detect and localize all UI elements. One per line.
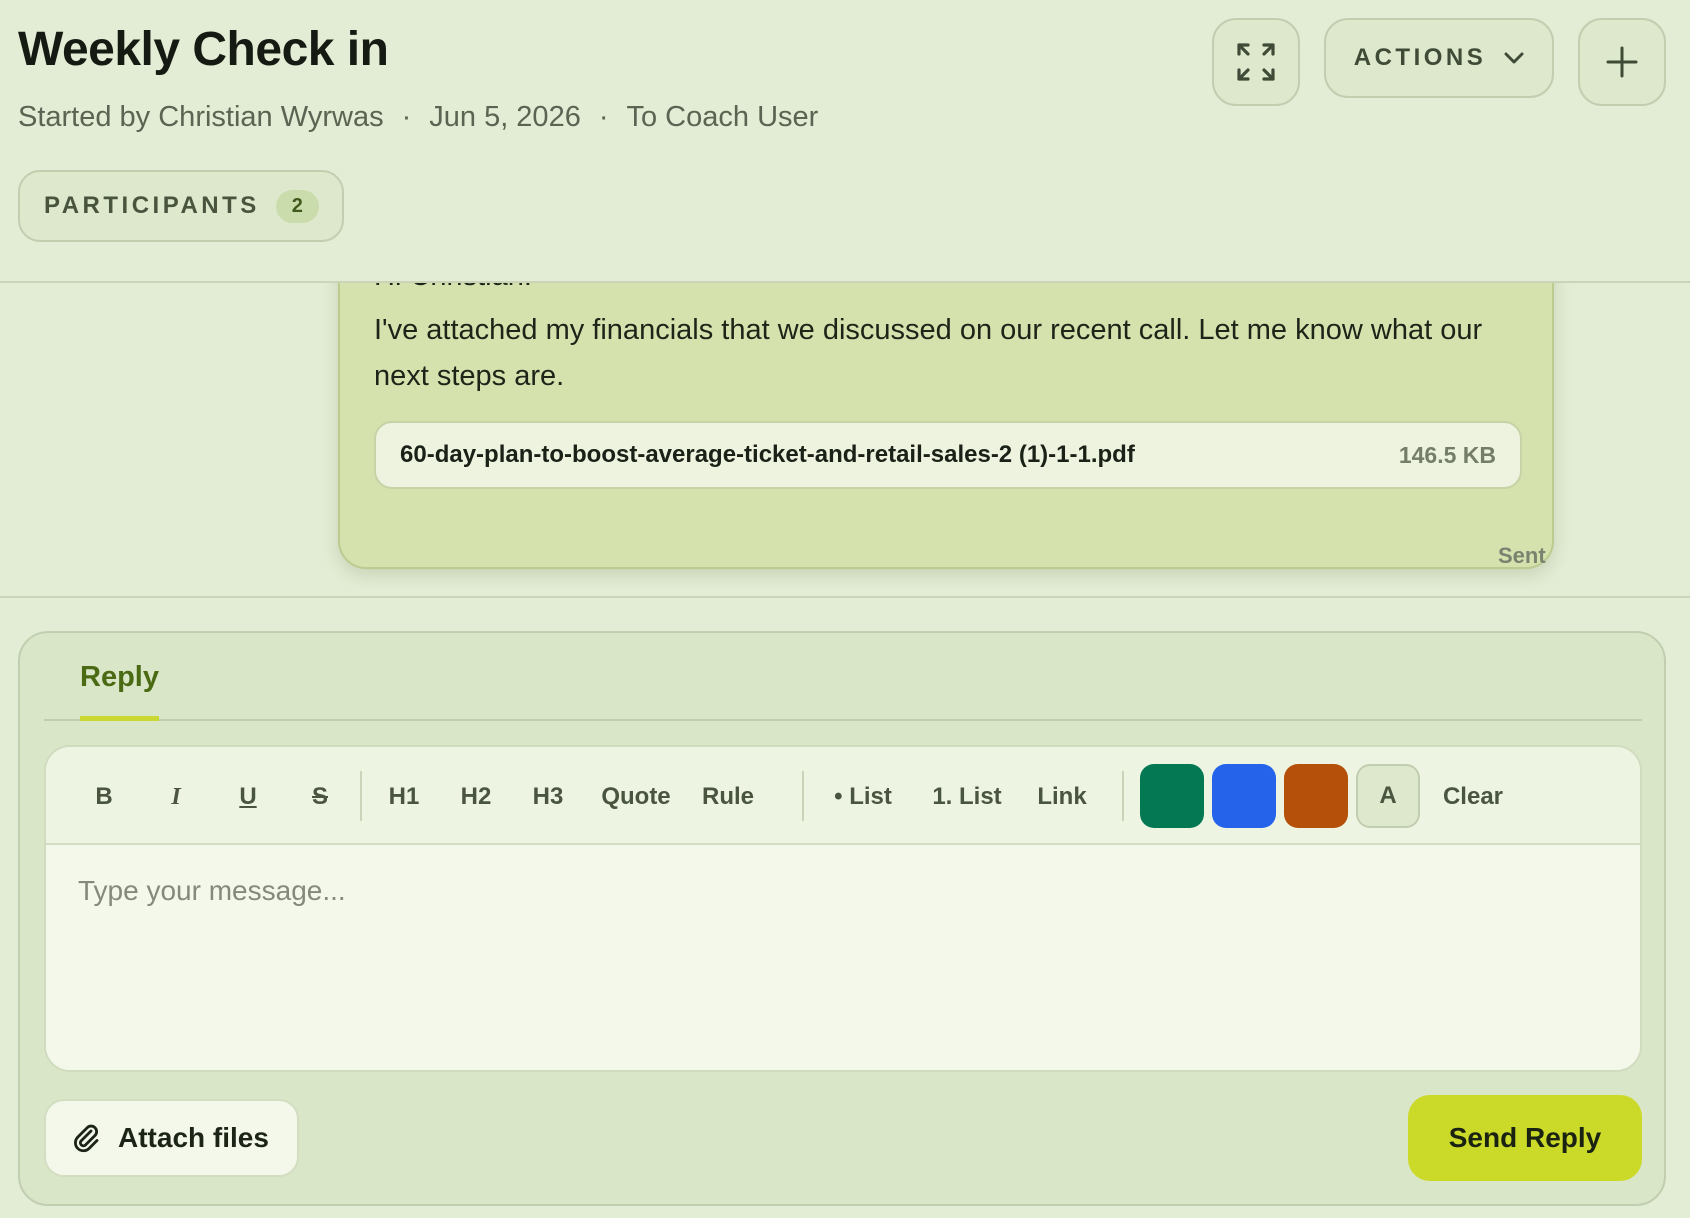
attach-files-button[interactable]: Attach files (44, 1099, 299, 1177)
participants-button[interactable]: PARTICIPANTS 2 (18, 170, 344, 242)
thread-recipient: To Coach User (626, 101, 819, 133)
underline-button[interactable]: U (226, 767, 270, 827)
thread-meta: Started by Christian Wyrwas · Jun 5, 202… (18, 101, 818, 134)
message-bubble: Hi Christian! I've attached my financial… (338, 283, 1554, 569)
attach-files-label: Attach files (118, 1122, 269, 1153)
actions-dropdown[interactable]: ACTIONS (1324, 18, 1554, 98)
color-swatch-green[interactable] (1140, 764, 1204, 828)
bold-button[interactable]: B (82, 767, 126, 827)
formatting-toolbar: B I U S H1 H2 H3 Quote Rule • List 1. Li… (46, 747, 1640, 845)
message-status: Sent (1498, 543, 1546, 568)
message-input[interactable]: Type your message... (46, 845, 1640, 1070)
tab-reply[interactable]: Reply (80, 661, 159, 721)
participants-count-badge: 2 (275, 189, 319, 223)
bullet-list-button[interactable]: • List (828, 767, 898, 827)
chevron-down-icon (1504, 52, 1524, 64)
composer-tabs: Reply (44, 633, 1642, 721)
started-by: Started by Christian Wyrwas (18, 101, 384, 133)
clear-formatting-button[interactable]: Clear (1440, 767, 1506, 827)
thread-header: Weekly Check in Started by Christian Wyr… (0, 0, 1690, 283)
send-reply-button[interactable]: Send Reply (1408, 1095, 1642, 1181)
rich-text-editor: B I U S H1 H2 H3 Quote Rule • List 1. Li… (44, 745, 1642, 1072)
attachment-file[interactable]: 60-day-plan-to-boost-average-ticket-and-… (374, 421, 1522, 489)
quote-button[interactable]: Quote (594, 767, 678, 827)
text-color-default-swatch[interactable]: A (1356, 764, 1420, 828)
expand-button[interactable] (1212, 18, 1300, 106)
page-title: Weekly Check in (18, 23, 389, 76)
meta-separator: · (598, 101, 609, 133)
actions-label: ACTIONS (1353, 44, 1487, 71)
color-swatch-orange[interactable] (1284, 764, 1348, 828)
heading2-button[interactable]: H2 (452, 767, 500, 827)
heading1-button[interactable]: H1 (382, 767, 426, 827)
expand-icon (1237, 43, 1275, 81)
rule-button[interactable]: Rule (696, 767, 760, 827)
link-button[interactable]: Link (1034, 767, 1090, 827)
strikethrough-button[interactable]: S (298, 767, 342, 827)
new-thread-button[interactable] (1578, 18, 1666, 106)
participants-label: PARTICIPANTS (44, 192, 260, 219)
message-body: I've attached my financials that we disc… (374, 314, 1483, 392)
divider (0, 596, 1690, 598)
plus-icon (1606, 46, 1638, 78)
toolbar-separator (360, 771, 362, 821)
paperclip-icon (74, 1124, 99, 1153)
message-list[interactable]: Hi Christian! I've attached my financial… (0, 283, 1690, 598)
toolbar-separator (802, 771, 804, 821)
heading3-button[interactable]: H3 (524, 767, 572, 827)
message-greeting: Hi Christian! (374, 283, 532, 293)
color-swatch-blue[interactable] (1212, 764, 1276, 828)
attachment-filename: 60-day-plan-to-boost-average-ticket-and-… (400, 441, 1135, 468)
meta-separator: · (401, 101, 412, 133)
numbered-list-button[interactable]: 1. List (926, 767, 1008, 827)
italic-button[interactable]: I (154, 767, 198, 827)
thread-date: Jun 5, 2026 (429, 101, 581, 133)
reply-composer: Reply B I U S H1 H2 H3 Quote Rule • List… (18, 631, 1666, 1206)
attachment-size: 146.5 KB (1398, 441, 1496, 468)
toolbar-separator (1122, 771, 1124, 821)
